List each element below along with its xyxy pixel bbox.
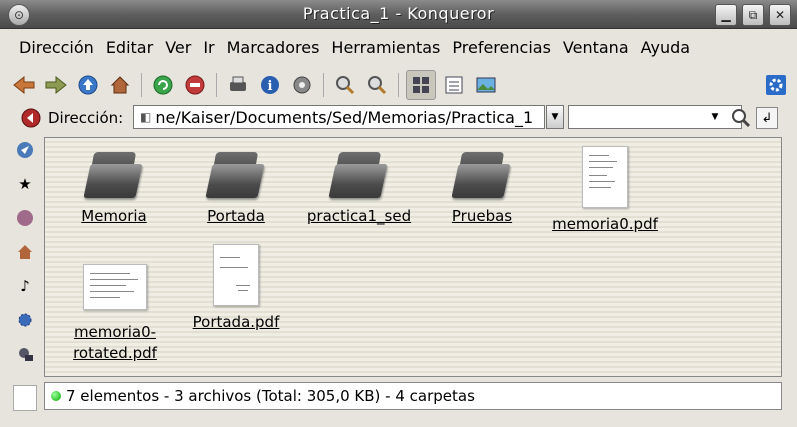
folder-icon [328,150,388,198]
status-text: 7 elementos - 3 archivos (Total: 305,0 K… [66,387,475,405]
status-bar: 7 elementos - 3 archivos (Total: 305,0 K… [44,382,782,410]
menu-direccion[interactable]: Dirección [19,38,94,66]
minimize-icon[interactable]: ▁ [715,4,737,26]
bookmarks-icon[interactable] [13,137,37,163]
file-item-pdf[interactable]: memoria0- rotated.pdf [65,256,165,364]
stop-icon[interactable] [181,71,209,99]
file-name: memoria0- [73,323,157,341]
tree-view-icon[interactable] [440,71,468,99]
print-icon[interactable] [224,71,252,99]
file-item-folder[interactable]: Memoria [66,150,162,227]
konqueror-gear-icon[interactable] [762,71,790,99]
file-name: Pruebas [451,207,513,225]
sidebar-empty-tab[interactable] [13,385,37,411]
file-item-folder[interactable]: practica1_sed [301,150,417,227]
location-bar: Dirección: ◧ ne/Kaiser/Documents/Sed/Mem… [20,104,780,132]
svg-text:i: i [268,79,273,94]
window-controls: ▁ ⧉ ✕ [715,4,791,26]
location-input[interactable]: ◧ ne/Kaiser/Documents/Sed/Memorias/Pract… [133,105,545,129]
file-name: Portada.pdf [192,313,280,331]
file-item-pdf[interactable]: Portada.pdf [188,244,284,333]
folder-icon [83,150,143,198]
file-name: Memoria [81,207,147,225]
menu-herramientas[interactable]: Herramientas [331,38,440,66]
status-led-icon [51,391,61,401]
security-icon[interactable] [288,71,316,99]
image-view-icon[interactable] [472,71,500,99]
pdf-thumbnail-icon [213,244,259,306]
location-label: Dirección: [48,109,124,127]
file-item-folder[interactable]: Portada [188,150,284,227]
menu-bar: Dirección Editar Ver Ir Marcadores Herra… [0,38,797,66]
forward-arrow-icon[interactable] [42,71,70,99]
file-name-line2: rotated.pdf [73,344,157,362]
back-arrow-icon[interactable] [10,71,38,99]
file-view[interactable]: Memoria Portada practica1_sed Pruebas me… [44,137,782,377]
menu-marcadores[interactable]: Marcadores [227,38,320,66]
home-icon[interactable] [106,71,134,99]
pdf-thumbnail-icon [83,264,147,310]
info-icon[interactable]: i [256,71,284,99]
toolbar-separator [398,73,399,97]
up-arrow-icon[interactable] [74,71,102,99]
find-icon[interactable] [730,107,752,129]
toolbar-separator [323,73,324,97]
maximize-icon[interactable]: ⧉ [742,4,764,26]
toolbar-separator [141,73,142,97]
services-icon[interactable] [13,307,37,333]
location-value: ne/Kaiser/Documents/Sed/Memorias/Practic… [155,107,534,127]
go-enter-icon[interactable]: ↲ [756,107,778,129]
clear-location-icon[interactable] [20,107,42,129]
history-icon[interactable] [13,205,37,231]
location-dropdown-icon[interactable]: ▼ [546,105,564,129]
file-name: practica1_sed [306,207,412,225]
menu-ayuda[interactable]: Ayuda [641,38,690,66]
home-folder-icon[interactable] [13,239,37,265]
menu-preferencias[interactable]: Preferencias [452,38,551,66]
reload-icon[interactable] [149,71,177,99]
favorites-star-icon[interactable]: ★ [13,171,37,197]
zoom-in-icon[interactable] [331,71,359,99]
menu-editar[interactable]: Editar [106,38,153,66]
folder-small-icon: ◧ [140,110,152,124]
file-item-pdf[interactable]: memoria0.pdf [549,146,661,235]
file-name: memoria0.pdf [552,215,658,233]
window-title: Practica_1 - Konqueror [302,4,495,23]
main-toolbar: i [10,69,790,101]
toolbar-separator [216,73,217,97]
file-name: Portada [207,207,265,225]
folder-icon [205,150,265,198]
zoom-out-icon[interactable] [363,71,391,99]
menu-ver[interactable]: Ver [165,38,191,66]
file-item-folder[interactable]: Pruebas [434,150,530,227]
title-bar[interactable]: ⊙ Practica_1 - Konqueror ▁ ⧉ ✕ [0,0,797,29]
pdf-thumbnail-icon [582,146,628,208]
folder-icon [451,150,511,198]
menu-ventana[interactable]: Ventana [563,38,629,66]
menu-ir[interactable]: Ir [203,38,214,66]
icon-view-icon[interactable] [406,70,436,100]
root-folder-icon[interactable] [13,341,37,367]
search-dropdown-icon[interactable]: ▼ [708,107,722,127]
network-icon[interactable]: ♪ [13,273,37,299]
navigation-panel-tabs: ★ ♪ [12,137,38,417]
close-icon[interactable]: ✕ [769,4,791,26]
